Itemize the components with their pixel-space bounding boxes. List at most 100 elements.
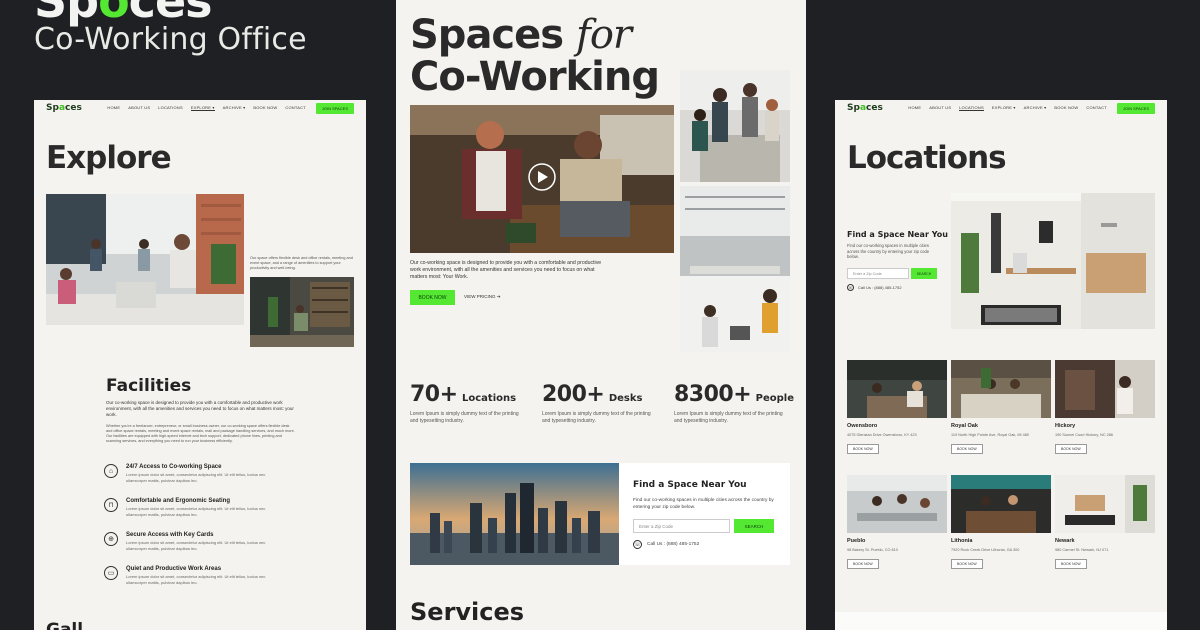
hero-title-line2: Co-Working xyxy=(410,54,660,100)
gallery-title: Gall xyxy=(46,620,84,630)
location-card: Newark 980 Carmel St. Newark, NJ 071 BOO… xyxy=(1055,475,1155,570)
feature-title: Comfortable and Ergonomic Seating xyxy=(126,498,231,504)
services-title: Services xyxy=(410,598,525,626)
location-card: Owensboro 4075 Glenstan Drive Owensboro,… xyxy=(847,360,947,455)
lounge-photo xyxy=(250,277,354,347)
find-space-desc: Find our co-working spaces in multiple c… xyxy=(847,243,930,259)
book-now-button[interactable]: BOOK NOW xyxy=(410,290,455,305)
nav-bar: Spaces HOME ABOUT US LOCATIONS EXPLORE ▾… xyxy=(34,100,366,116)
nav-item-book[interactable]: BOOK NOW xyxy=(253,105,277,111)
nav-item-home[interactable]: HOME xyxy=(107,105,120,111)
zip-code-input[interactable]: Enter a Zip Code xyxy=(847,268,909,279)
chair-icon: ⊓ xyxy=(104,498,118,512)
stat-desc: Lorem Ipsum is simply dummy text of the … xyxy=(674,411,783,424)
stat-desc: Lorem Ipsum is simply dummy text of the … xyxy=(542,411,651,424)
stat-label: Locations xyxy=(462,393,517,404)
location-card: Pueblo 98 Bakery St. Pueblo, CO 810 BOOK… xyxy=(847,475,947,570)
facilities-body: Whether you're a freelancer, entrepreneu… xyxy=(106,424,295,443)
location-photo xyxy=(1055,475,1155,533)
feature-title: Secure Access with Key Cards xyxy=(126,532,214,538)
phone-icon: ☏ xyxy=(633,540,642,549)
nav-item-home[interactable]: HOME xyxy=(908,105,921,111)
hero-intro: Our co-working space is designed to prov… xyxy=(410,260,602,280)
book-now-button[interactable]: BOOK NOW xyxy=(951,444,983,454)
footer-strip xyxy=(835,612,1167,630)
location-name: Newark xyxy=(1055,538,1075,544)
phone-icon: ☏ xyxy=(847,284,854,291)
nav-item-contact[interactable]: CONTACT xyxy=(1086,105,1106,111)
find-space-title: Find a Space Near You xyxy=(633,480,747,490)
nav-item-explore[interactable]: EXPLORE ▾ xyxy=(190,105,215,111)
location-photo xyxy=(847,360,947,418)
location-photo xyxy=(1055,360,1155,418)
location-name: Royal Oak xyxy=(951,423,978,429)
book-now-button[interactable]: BOOK NOW xyxy=(1055,559,1087,569)
stat-people: 8300+ People Lorem Ipsum is simply dummy… xyxy=(674,382,794,425)
brand-subtitle: Co-Working Office xyxy=(34,22,307,57)
location-photo xyxy=(951,475,1051,533)
nav-item-archive[interactable]: ARCHIVE ▾ xyxy=(1024,105,1047,111)
logo-prefix: Sp xyxy=(46,103,59,113)
page-title: Explore xyxy=(46,140,172,176)
search-button[interactable]: SEARCH xyxy=(911,268,937,279)
location-photo xyxy=(951,360,1051,418)
nav-item-explore[interactable]: EXPLORE ▾ xyxy=(992,105,1016,111)
location-name: Lithonia xyxy=(951,538,973,544)
logo-suffix: ces xyxy=(65,103,82,113)
view-pricing-link[interactable]: VIEW PRICING ➔ xyxy=(464,294,501,300)
view-pricing-label: VIEW PRICING xyxy=(464,294,496,299)
office-photo xyxy=(46,194,244,325)
location-name: Hickory xyxy=(1055,423,1076,429)
nav-menu: HOME ABOUT US LOCATIONS EXPLORE ▾ ARCHIV… xyxy=(107,105,306,111)
location-address: 98 Bakery St. Pueblo, CO 810 xyxy=(847,548,898,552)
explore-page-mockup: Spaces HOME ABOUT US LOCATIONS EXPLORE ▾… xyxy=(34,100,366,630)
site-logo[interactable]: Spaces xyxy=(46,103,82,113)
stat-locations: 70+ Locations Lorem Ipsum is simply dumm… xyxy=(410,382,520,425)
join-button[interactable]: JOIN SPACES xyxy=(315,102,354,114)
stat-label: Desks xyxy=(608,393,643,404)
location-address: 190 Sunnel Court Hickory, NC 286 xyxy=(1055,433,1113,437)
zip-code-input[interactable]: Enter a Zip Code xyxy=(633,519,730,533)
stat-number: 70+ xyxy=(410,382,458,407)
stat-label: People xyxy=(755,393,794,404)
feature-desc: Lorem ipsum dolor sit amet, consectetur … xyxy=(126,472,266,483)
nav-item-about[interactable]: ABOUT US xyxy=(929,105,951,111)
page-title: Locations xyxy=(847,140,1007,176)
locations-page-mockup: Spaces HOME ABOUT US LOCATIONS EXPLORE ▾… xyxy=(835,100,1167,630)
hero-title-for: for xyxy=(576,12,632,58)
feature-item: ⊓ Comfortable and Ergonomic Seating Lore… xyxy=(104,498,304,524)
feature-item: ⊕ Secure Access with Key Cards Lorem ips… xyxy=(104,532,304,558)
logo-prefix: Sp xyxy=(847,103,860,113)
book-now-button[interactable]: BOOK NOW xyxy=(847,559,879,569)
hero-photo xyxy=(410,105,674,253)
hero-title: Spaces for Co-Working xyxy=(410,12,660,100)
feature-item: ⌂ 24/7 Access to Co-working Space Lorem … xyxy=(104,464,304,490)
find-space-title: Find a Space Near You xyxy=(847,230,948,239)
feature-item: ▭ Quiet and Productive Work Areas Lorem … xyxy=(104,566,304,592)
book-now-button[interactable]: BOOK NOW xyxy=(847,444,879,454)
feature-desc: Lorem ipsum dolor sit amet, consectetur … xyxy=(126,574,266,585)
arrow-right-icon: ➔ xyxy=(496,294,501,299)
nav-item-about[interactable]: ABOUT US xyxy=(128,105,150,111)
laptop-icon: ▭ xyxy=(104,566,118,580)
location-address: 980 Carmel St. Newark, NJ 071 xyxy=(1055,548,1109,552)
nav-item-contact[interactable]: CONTACT xyxy=(285,105,305,111)
stat-desks: 200+ Desks Lorem Ipsum is simply dummy t… xyxy=(542,382,652,425)
site-logo[interactable]: Spaces xyxy=(847,103,883,113)
join-button[interactable]: JOIN SPACES xyxy=(1116,102,1155,114)
book-now-button[interactable]: BOOK NOW xyxy=(1055,444,1087,454)
location-address: 119 North High Pointe Ave, Royal Oak, MI… xyxy=(951,433,1029,437)
call-us-text: Call Us : (888) 485-1752 xyxy=(647,542,700,547)
nav-item-archive[interactable]: ARCHIVE ▾ xyxy=(223,105,246,111)
search-button[interactable]: SEARCH xyxy=(734,519,774,533)
facilities-intro: Our co-working space is designed to prov… xyxy=(106,400,294,417)
find-space-desc: Find our co-working spaces in multiple c… xyxy=(633,498,774,510)
nav-item-locations[interactable]: LOCATIONS xyxy=(959,105,984,111)
wifi-icon: ⌂ xyxy=(104,464,118,478)
feature-desc: Lorem ipsum dolor sit amet, consectetur … xyxy=(126,540,266,551)
location-card: Lithonia 7920 Rock Creek Drive Lithonia,… xyxy=(951,475,1051,570)
book-now-button[interactable]: BOOK NOW xyxy=(951,559,983,569)
nav-item-book[interactable]: BOOK NOW xyxy=(1054,105,1078,111)
nav-item-locations[interactable]: LOCATIONS xyxy=(158,105,183,111)
workspace-photo xyxy=(680,186,790,352)
